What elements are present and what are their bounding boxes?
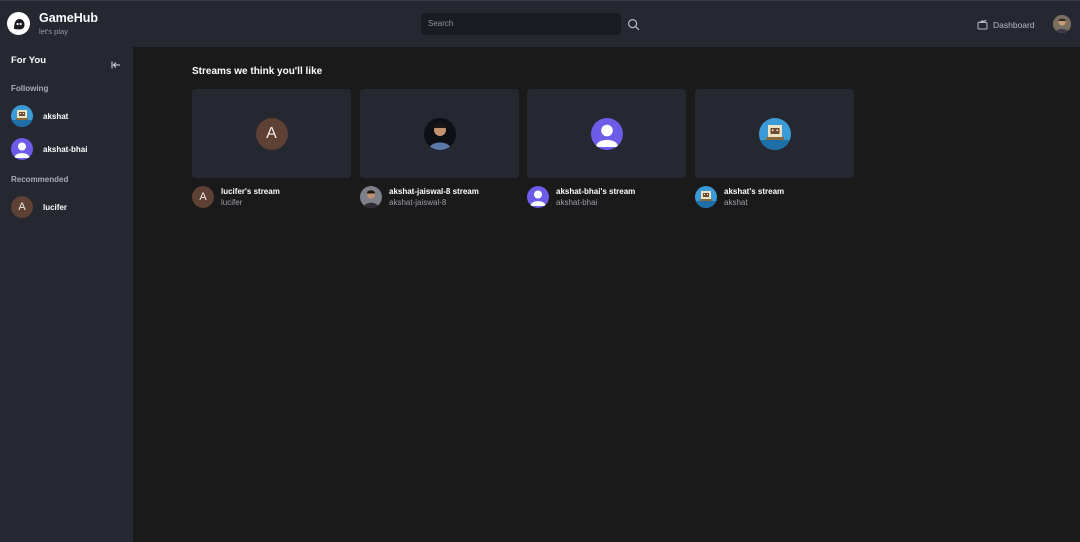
- pixel-art-avatar: [11, 105, 33, 127]
- stream-thumbnail[interactable]: [360, 89, 519, 178]
- stream-title: akshat's stream: [724, 186, 785, 196]
- sidebar-title: For You: [11, 55, 47, 66]
- sidebar-item-label: akshat-bhai: [43, 144, 88, 154]
- collapse-sidebar-button[interactable]: [111, 57, 121, 69]
- stream-title: akshat-jaiswal-8 stream: [389, 186, 479, 196]
- default-user-avatar: [527, 186, 549, 208]
- sidebar-item-label: lucifer: [43, 202, 68, 212]
- sidebar-item-label: akshat: [43, 111, 69, 121]
- stream-card[interactable]: akshat-bhai's stream akshat-bhai: [527, 89, 686, 208]
- stream-card[interactable]: akshat-jaiswal-8 stream akshat-jaiswal-8: [360, 89, 519, 208]
- letter-avatar: A: [11, 196, 33, 218]
- avatar-initial: A: [199, 191, 207, 203]
- stream-card[interactable]: A A lucifer's stream lucifer: [192, 89, 351, 208]
- stream-username: lucifer: [221, 197, 243, 207]
- sidebar-item-lucifer[interactable]: A lucifer: [11, 196, 67, 218]
- arrow-left-to-line-icon: [111, 61, 120, 69]
- top-navbar: GameHub let's play Dashboard: [0, 0, 1080, 47]
- stream-title: lucifer's stream: [221, 186, 280, 196]
- stream-title: akshat-bhai's stream: [556, 186, 636, 196]
- stream-thumbnail[interactable]: A: [192, 89, 351, 178]
- app-name: GameHub: [39, 11, 99, 25]
- photo-avatar: [360, 186, 382, 208]
- stream-username: akshat-bhai: [556, 197, 598, 207]
- stream-username: akshat: [724, 197, 748, 207]
- logo-link[interactable]: GameHub let's play: [7, 12, 98, 35]
- dashboard-link[interactable]: Dashboard: [977, 19, 1035, 30]
- sidebar-item-akshat-bhai[interactable]: akshat-bhai: [11, 138, 87, 160]
- search-icon: [627, 18, 640, 31]
- pixel-art-avatar: [695, 186, 717, 208]
- letter-avatar: A: [192, 186, 214, 208]
- user-avatar[interactable]: [1053, 15, 1071, 33]
- sidebar: For You Following akshat akshat-bhai Rec…: [0, 47, 133, 542]
- stream-thumbnail[interactable]: [695, 89, 854, 178]
- default-user-avatar: [590, 117, 623, 150]
- pixel-art-avatar: [758, 117, 791, 150]
- clapperboard-icon: [977, 19, 988, 30]
- search-input[interactable]: [421, 13, 621, 35]
- avatar-initial: A: [18, 201, 26, 213]
- stream-card[interactable]: akshat's stream akshat: [695, 89, 854, 208]
- sidebar-item-akshat[interactable]: akshat: [11, 105, 68, 127]
- letter-avatar: A: [255, 117, 288, 150]
- search-button[interactable]: [627, 18, 640, 31]
- stream-username: akshat-jaiswal-8: [389, 197, 447, 207]
- stream-thumbnail[interactable]: [527, 89, 686, 178]
- following-heading: Following: [11, 84, 49, 93]
- default-user-avatar: [11, 138, 33, 160]
- dashboard-label: Dashboard: [993, 19, 1035, 30]
- ghost-logo-icon: [7, 12, 30, 35]
- app-tagline: let's play: [39, 26, 68, 36]
- recommended-heading: Recommended: [11, 175, 69, 184]
- avatar-initial: A: [266, 124, 277, 142]
- section-title: Streams we think you'll like: [192, 66, 323, 77]
- photo-avatar: [423, 117, 456, 150]
